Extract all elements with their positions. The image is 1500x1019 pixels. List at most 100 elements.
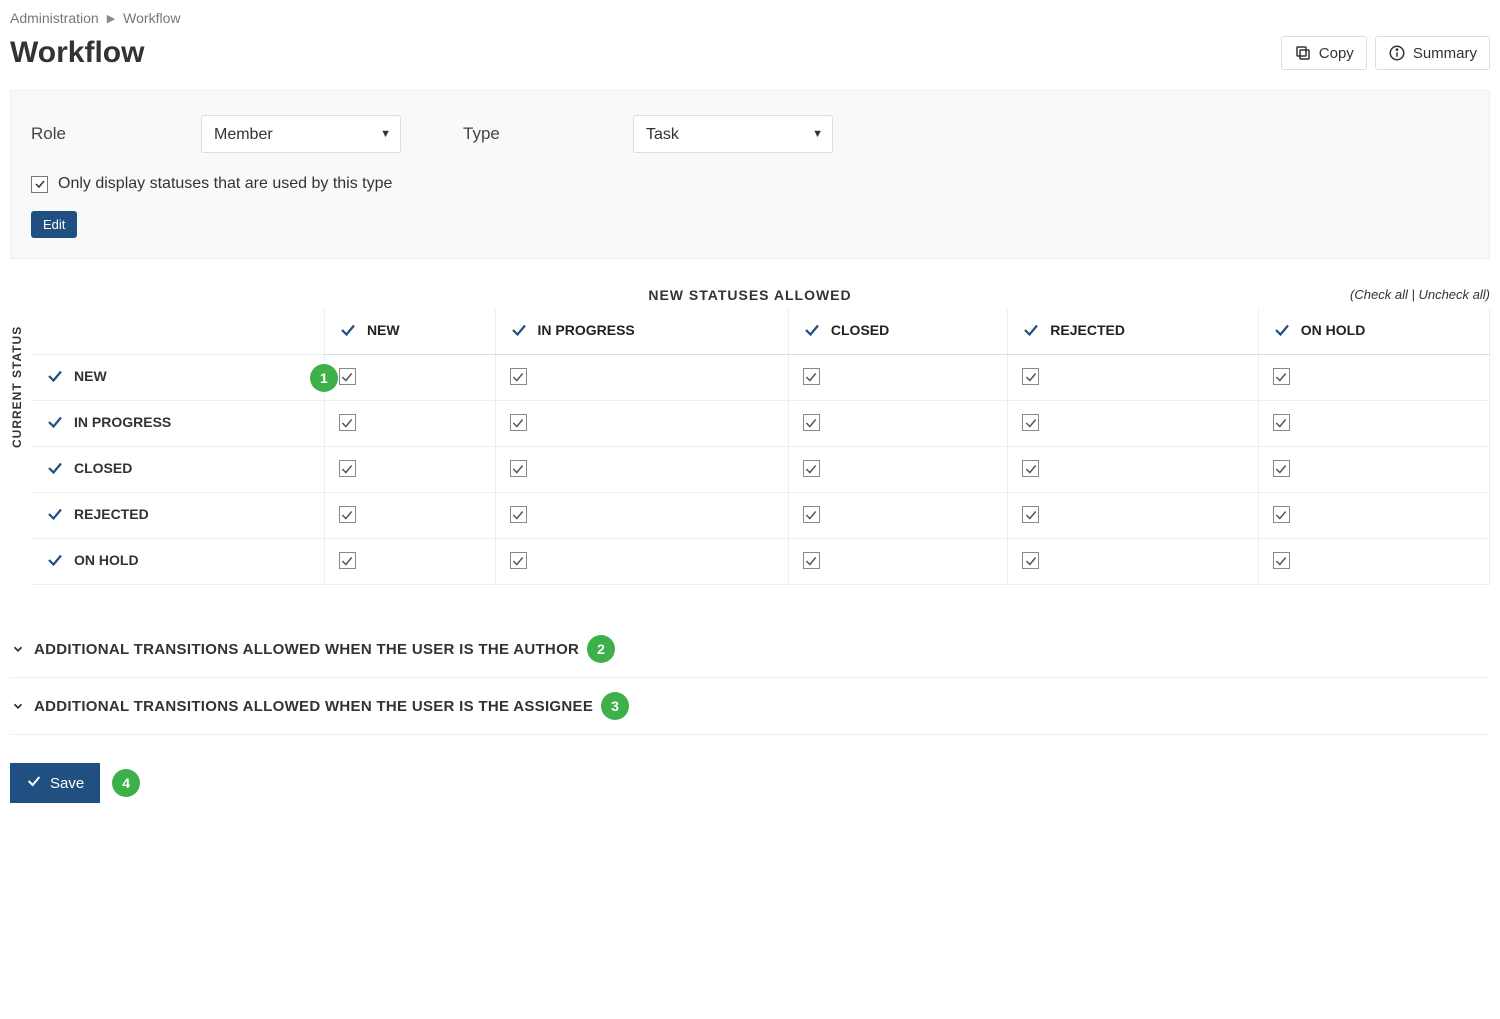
row-header: ON HOLD bbox=[32, 539, 324, 585]
only-used-label: Only display statuses that are used by t… bbox=[58, 175, 392, 193]
check-icon[interactable] bbox=[46, 551, 64, 569]
type-label: Type bbox=[463, 124, 633, 144]
table-row: NEW 1 bbox=[32, 355, 1490, 401]
table-row: IN PROGRESS bbox=[32, 401, 1490, 447]
transition-checkbox[interactable] bbox=[1022, 414, 1039, 431]
table-row: CLOSED bbox=[32, 447, 1490, 493]
check-icon[interactable] bbox=[46, 367, 64, 385]
page-title: Workflow bbox=[10, 36, 144, 70]
transition-checkbox[interactable] bbox=[510, 506, 527, 523]
breadcrumb-current: Workflow bbox=[123, 10, 180, 26]
column-header-label: REJECTED bbox=[1050, 322, 1125, 338]
edit-button[interactable]: Edit bbox=[31, 211, 77, 238]
matrix-cell bbox=[324, 493, 495, 539]
save-button-label: Save bbox=[50, 775, 84, 792]
transition-checkbox[interactable] bbox=[1273, 506, 1290, 523]
matrix-cell bbox=[1008, 447, 1258, 493]
check-icon[interactable] bbox=[339, 321, 357, 339]
transition-checkbox[interactable] bbox=[510, 368, 527, 385]
section-author-transitions[interactable]: ADDITIONAL TRANSITIONS ALLOWED WHEN THE … bbox=[10, 621, 1490, 678]
transition-checkbox[interactable] bbox=[1022, 368, 1039, 385]
info-icon bbox=[1388, 44, 1406, 62]
annotation-badge-1: 1 bbox=[310, 364, 338, 392]
column-header: CLOSED bbox=[788, 309, 1007, 355]
type-select[interactable]: Task bbox=[633, 115, 833, 153]
transition-checkbox[interactable] bbox=[339, 368, 356, 385]
check-icon[interactable] bbox=[1273, 321, 1291, 339]
role-label: Role bbox=[31, 124, 201, 144]
matrix-cell bbox=[495, 355, 788, 401]
only-used-checkbox[interactable] bbox=[31, 176, 48, 193]
transition-checkbox[interactable] bbox=[510, 552, 527, 569]
column-header: ON HOLD bbox=[1258, 309, 1489, 355]
transition-checkbox[interactable] bbox=[1273, 368, 1290, 385]
transition-checkbox[interactable] bbox=[510, 460, 527, 477]
chevron-down-icon bbox=[10, 642, 26, 656]
check-icon[interactable] bbox=[46, 413, 64, 431]
transition-checkbox[interactable] bbox=[803, 506, 820, 523]
transition-checkbox[interactable] bbox=[803, 552, 820, 569]
breadcrumb-parent[interactable]: Administration bbox=[10, 10, 99, 26]
section-assignee-transitions[interactable]: ADDITIONAL TRANSITIONS ALLOWED WHEN THE … bbox=[10, 678, 1490, 735]
transition-checkbox[interactable] bbox=[339, 414, 356, 431]
matrix-cell bbox=[788, 401, 1007, 447]
matrix-cell bbox=[1258, 539, 1489, 585]
transition-checkbox[interactable] bbox=[339, 460, 356, 477]
matrix-cell bbox=[788, 355, 1007, 401]
column-header-label: CLOSED bbox=[831, 322, 889, 338]
transition-checkbox[interactable] bbox=[803, 368, 820, 385]
annotation-badge-2: 2 bbox=[587, 635, 615, 663]
matrix-cell bbox=[788, 493, 1007, 539]
matrix-cell bbox=[1008, 493, 1258, 539]
row-header-label: NEW bbox=[74, 368, 107, 384]
column-header: REJECTED bbox=[1008, 309, 1258, 355]
transition-checkbox[interactable] bbox=[803, 414, 820, 431]
summary-button[interactable]: Summary bbox=[1375, 36, 1490, 70]
matrix-cell bbox=[495, 401, 788, 447]
check-icon[interactable] bbox=[510, 321, 528, 339]
matrix-cell bbox=[324, 401, 495, 447]
transition-checkbox[interactable] bbox=[1022, 460, 1039, 477]
row-header-label: REJECTED bbox=[74, 506, 149, 522]
transition-checkbox[interactable] bbox=[510, 414, 527, 431]
row-header-label: ON HOLD bbox=[74, 552, 139, 568]
transition-checkbox[interactable] bbox=[1022, 552, 1039, 569]
matrix-cell bbox=[1258, 355, 1489, 401]
copy-button-label: Copy bbox=[1319, 45, 1354, 62]
check-icon[interactable] bbox=[46, 459, 64, 477]
matrix-cell bbox=[1258, 493, 1489, 539]
row-header: CLOSED bbox=[32, 447, 324, 493]
summary-button-label: Summary bbox=[1413, 45, 1477, 62]
transition-checkbox[interactable] bbox=[1273, 414, 1290, 431]
breadcrumb: Administration ▶ Workflow bbox=[10, 10, 1490, 26]
matrix-cell bbox=[324, 355, 495, 401]
matrix-cell bbox=[1008, 355, 1258, 401]
matrix-cell bbox=[788, 447, 1007, 493]
matrix-cell bbox=[1008, 539, 1258, 585]
check-all-links: (Check all | Uncheck all) bbox=[1350, 287, 1490, 302]
transition-checkbox[interactable] bbox=[1273, 552, 1290, 569]
transition-checkbox[interactable] bbox=[339, 506, 356, 523]
matrix-cell bbox=[495, 447, 788, 493]
uncheck-all-link[interactable]: Uncheck all bbox=[1418, 287, 1485, 302]
check-all-link[interactable]: Check all bbox=[1354, 287, 1407, 302]
matrix-cell bbox=[1008, 401, 1258, 447]
row-header-label: CLOSED bbox=[74, 460, 132, 476]
annotation-badge-4: 4 bbox=[112, 769, 140, 797]
check-icon[interactable] bbox=[46, 505, 64, 523]
transition-checkbox[interactable] bbox=[803, 460, 820, 477]
row-header: NEW1 bbox=[32, 355, 324, 401]
row-header-label: IN PROGRESS bbox=[74, 414, 171, 430]
check-icon[interactable] bbox=[803, 321, 821, 339]
transition-checkbox[interactable] bbox=[1273, 460, 1290, 477]
matrix-title: NEW STATUSES ALLOWED bbox=[10, 287, 1490, 303]
copy-button[interactable]: Copy bbox=[1281, 36, 1367, 70]
matrix-cell bbox=[1258, 401, 1489, 447]
transition-checkbox[interactable] bbox=[1022, 506, 1039, 523]
save-button[interactable]: Save bbox=[10, 763, 100, 803]
section-author-label: ADDITIONAL TRANSITIONS ALLOWED WHEN THE … bbox=[34, 641, 579, 658]
table-row: ON HOLD bbox=[32, 539, 1490, 585]
check-icon[interactable] bbox=[1022, 321, 1040, 339]
transition-checkbox[interactable] bbox=[339, 552, 356, 569]
role-select[interactable]: Member bbox=[201, 115, 401, 153]
